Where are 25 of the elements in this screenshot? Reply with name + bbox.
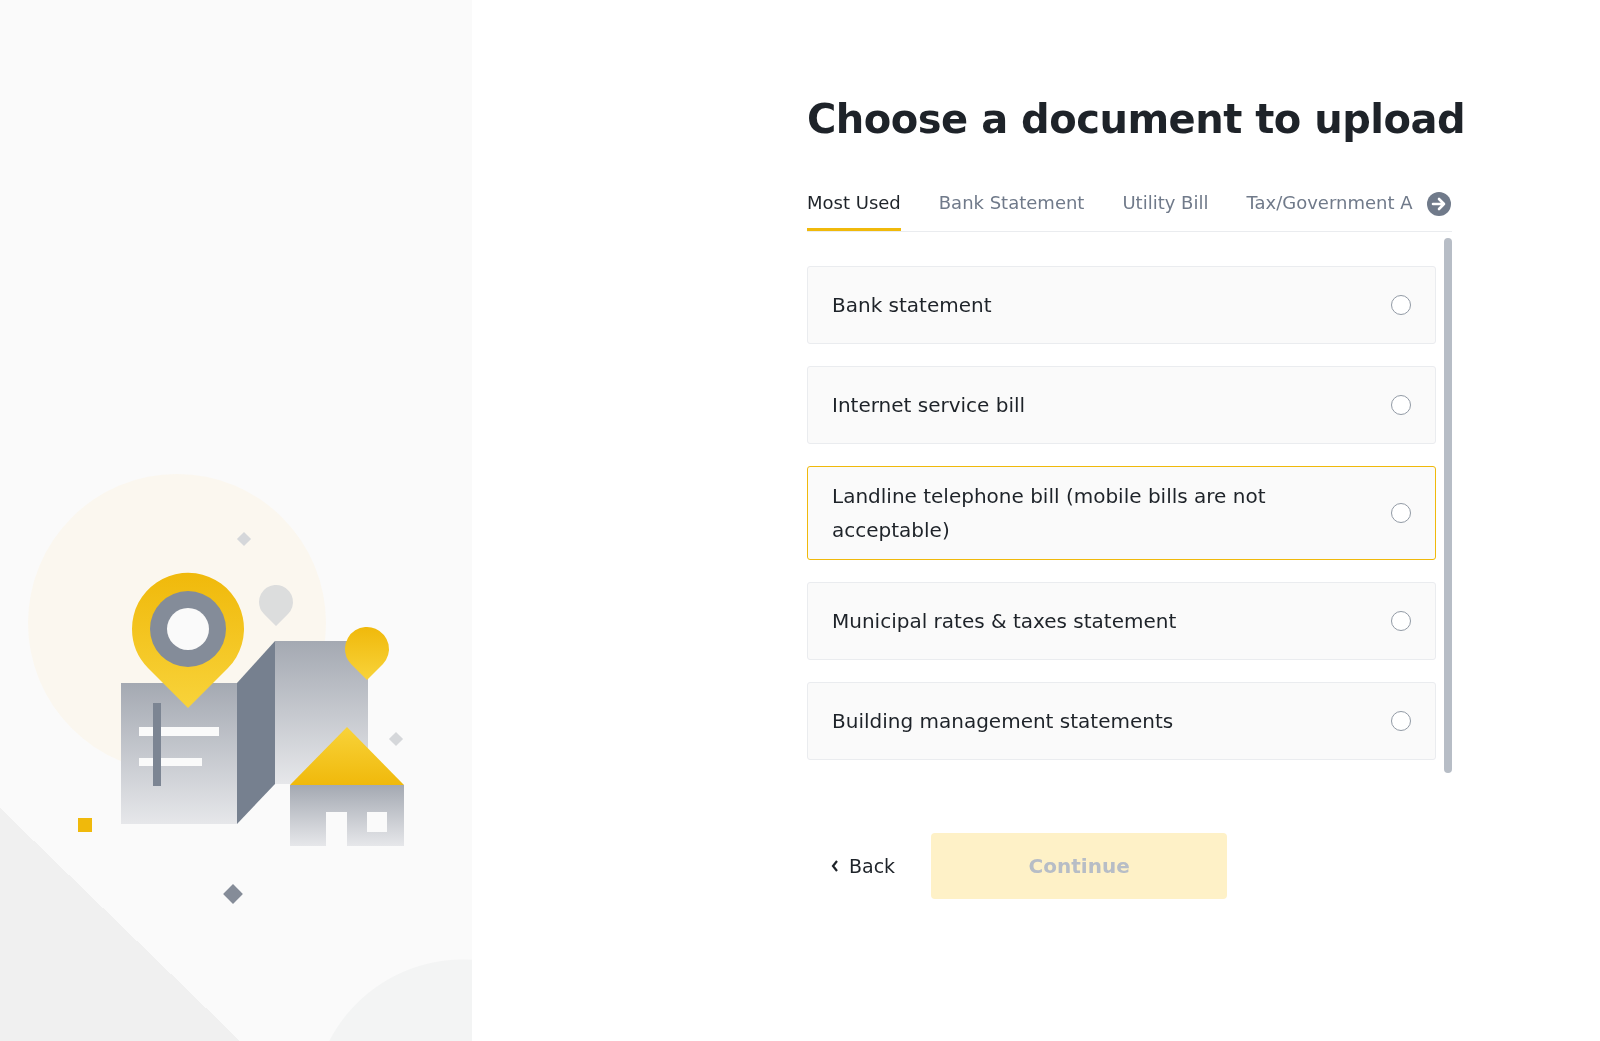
radio-button[interactable] (1391, 395, 1412, 415)
document-option[interactable]: Landline telephone bill (mobile bills are not acceptable) (807, 466, 1437, 560)
document-tab[interactable]: Tax/Government A (1246, 192, 1413, 231)
option-label: Landline telephone bill (mobile bills are not acceptable) (832, 483, 1267, 544)
document-option[interactable]: Municipal rates & taxes statement (807, 582, 1437, 660)
document-option[interactable]: Internet service bill (807, 366, 1437, 444)
option-label: Internet service bill (832, 392, 1026, 419)
radio-button[interactable] (1391, 711, 1412, 731)
option-label: Municipal rates & taxes statement (832, 608, 1177, 635)
option-label: Bank statement (832, 292, 992, 319)
chevron-left-icon (831, 860, 839, 872)
document-tab[interactable]: Most Used (807, 192, 901, 231)
document-option[interactable]: Building management statements (807, 682, 1437, 760)
scrollbar[interactable] (1444, 238, 1452, 773)
radio-button[interactable] (1391, 295, 1412, 315)
radio-button[interactable] (1391, 503, 1412, 523)
back-label: Back (849, 855, 896, 877)
option-label: Building management statements (832, 708, 1174, 735)
document-tab[interactable]: Bank Statement (938, 192, 1085, 231)
radio-button[interactable] (1391, 611, 1412, 631)
page-title: Choose a document to upload (807, 96, 1467, 142)
document-option[interactable]: Bank statement (807, 266, 1437, 344)
back-button[interactable]: Back (831, 847, 896, 885)
arrow-right-icon[interactable] (1426, 191, 1452, 217)
document-tab[interactable]: Utility Bill (1122, 192, 1209, 231)
